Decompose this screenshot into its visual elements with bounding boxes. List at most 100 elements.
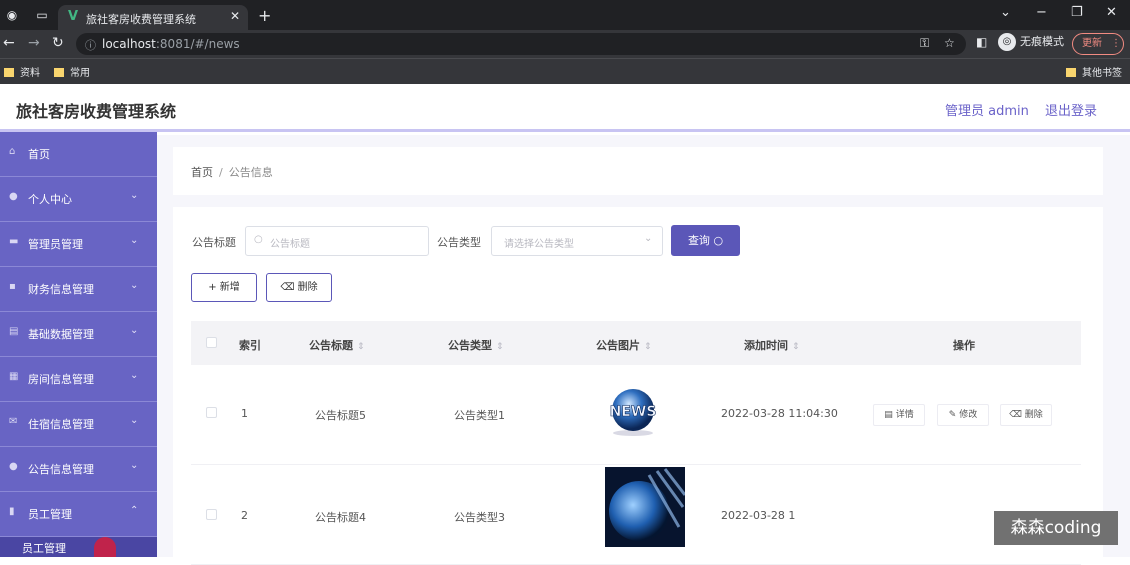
minimize-icon[interactable]: −: [1036, 5, 1047, 20]
breadcrumb-separator: /: [219, 166, 223, 179]
delete-button[interactable]: ⌫ 删除: [266, 273, 332, 302]
plus-icon: +: [208, 282, 217, 293]
title-search-input[interactable]: ○ 公告标题: [245, 226, 429, 256]
select-all-checkbox[interactable]: [206, 337, 217, 348]
active-tab[interactable]: V 旅社客房收费管理系统 ✕: [58, 5, 248, 30]
data-icon: ▤: [9, 326, 19, 337]
incognito-label: 无痕模式: [1020, 35, 1064, 48]
home-icon: ⌂: [9, 146, 16, 157]
row-checkbox[interactable]: [206, 407, 217, 418]
breadcrumb: 首页 / 公告信息: [191, 164, 273, 180]
query-button[interactable]: 查询 ○: [671, 225, 740, 256]
forward-icon[interactable]: →: [28, 35, 40, 51]
sidebar-item-notice[interactable]: ● 公告信息管理 ⌄: [0, 447, 157, 492]
window-close-icon[interactable]: ✕: [1106, 5, 1117, 20]
update-button[interactable]: 更新 ⋮: [1072, 33, 1124, 55]
sidebar-item-label: 员工管理: [28, 508, 72, 521]
row-delete-label: 删除: [1024, 410, 1043, 420]
sidebar-item-personal-center[interactable]: ● 个人中心 ⌄: [0, 177, 157, 222]
sidebar-item-label: 管理员管理: [28, 238, 83, 251]
chart-icon: ▮: [9, 506, 15, 517]
delete-label: 删除: [297, 282, 318, 293]
sort-icon[interactable]: ⇕: [644, 342, 652, 352]
browser-toolbar: ← → ↻ ⓘ localhost:8081/#/news ⚿ ☆ ◧ ◎ 无痕模…: [0, 30, 1130, 58]
back-icon[interactable]: ←: [3, 35, 15, 51]
incognito-indicator[interactable]: ◎ 无痕模式: [998, 33, 1064, 51]
sort-icon[interactable]: ⇕: [357, 342, 365, 352]
sidebar-item-basic-data[interactable]: ▤ 基础数据管理 ⌄: [0, 312, 157, 357]
key-icon[interactable]: ⚿: [920, 36, 929, 51]
tab-list-icon[interactable]: ⌄: [1000, 5, 1011, 20]
address-bar[interactable]: ⓘ localhost:8081/#/news ⚿ ☆: [76, 33, 966, 55]
header-image[interactable]: 公告图片 ⇕: [596, 337, 652, 353]
user-icon: ●: [9, 191, 18, 202]
other-bookmarks[interactable]: 其他书签: [1066, 64, 1122, 79]
site-info-icon[interactable]: ⓘ: [85, 37, 96, 53]
header-index-label: 索引: [239, 339, 261, 352]
new-tab-icon[interactable]: +: [258, 6, 271, 25]
sidebar-item-room[interactable]: ▦ 房间信息管理 ⌄: [0, 357, 157, 402]
update-label: 更新: [1082, 38, 1102, 49]
sidebar-subitem-label: 员工管理: [22, 542, 66, 555]
tab-search-icon[interactable]: ▭: [34, 7, 50, 23]
row-checkbox[interactable]: [206, 509, 217, 520]
header-image-label: 公告图片: [596, 339, 640, 352]
tab-title: 旅社客房收费管理系统: [86, 13, 196, 26]
type-select[interactable]: 请选择公告类型 ⌄: [491, 226, 663, 256]
admin-label: 管理员 admin: [945, 104, 1029, 119]
header-title[interactable]: 公告标题 ⇕: [309, 337, 365, 353]
sidebar-subitem-staff[interactable]: 员工管理: [0, 537, 157, 557]
mail-icon: ✉: [9, 416, 18, 427]
breadcrumb-card: 首页 / 公告信息: [173, 147, 1103, 195]
browser-menu-icon[interactable]: ◉: [4, 7, 20, 23]
logout-link[interactable]: 退出登录: [1045, 100, 1097, 119]
news-globe-image[interactable]: [605, 467, 685, 547]
header-time[interactable]: 添加时间 ⇕: [744, 337, 800, 353]
sidebar-item-finance[interactable]: ▪ 财务信息管理 ⌄: [0, 267, 157, 312]
news-globe-image[interactable]: NEWS: [605, 385, 661, 437]
edit-label: 修改: [959, 410, 978, 420]
bookmark-star-icon[interactable]: ☆: [944, 36, 955, 50]
detail-button[interactable]: ▤ 详情: [873, 404, 925, 426]
watermark: 森森coding: [994, 511, 1118, 545]
restore-icon[interactable]: ❐: [1071, 5, 1083, 20]
sidebar-item-admin-manage[interactable]: ▬ 管理员管理 ⌄: [0, 222, 157, 267]
reload-icon[interactable]: ↻: [52, 35, 64, 51]
chevron-down-icon: ⌄: [130, 415, 139, 426]
header-index: 索引: [239, 337, 261, 353]
url-text[interactable]: localhost:8081/#/news: [102, 37, 240, 51]
sidebar-item-home[interactable]: ⌂ 首页: [0, 132, 157, 177]
header-time-label: 添加时间: [744, 339, 788, 352]
side-panel-icon[interactable]: ◧: [976, 35, 987, 49]
document-icon: ▤: [884, 410, 893, 420]
sidebar-item-staff[interactable]: ▮ 员工管理 ⌃: [0, 492, 157, 537]
sidebar-item-label: 住宿信息管理: [28, 418, 94, 431]
add-button[interactable]: + 新增: [191, 273, 257, 302]
chevron-down-icon: ⌄: [130, 325, 139, 336]
row-delete-button[interactable]: ⌫ 删除: [1000, 404, 1052, 426]
sort-icon[interactable]: ⇕: [496, 342, 504, 352]
table-header: 索引 公告标题 ⇕ 公告类型 ⇕ 公告图片 ⇕ 添加时间 ⇕ 操作: [191, 321, 1081, 365]
header-actions: 操作: [953, 337, 975, 353]
row-title: 公告标题4: [315, 511, 366, 524]
breadcrumb-current: 公告信息: [228, 166, 273, 179]
chevron-down-icon: ⌄: [130, 280, 139, 291]
type-search-label: 公告类型: [437, 236, 481, 249]
tab-close-icon[interactable]: ✕: [230, 9, 240, 23]
bookmark-label: 常用: [70, 68, 90, 79]
row-time: 2022-03-28 1: [721, 509, 796, 522]
folder-icon: [54, 68, 64, 77]
sort-icon[interactable]: ⇕: [792, 342, 800, 352]
cursor-click-indicator: [94, 537, 116, 557]
breadcrumb-home[interactable]: 首页: [191, 166, 213, 179]
sidebar-item-lodging[interactable]: ✉ 住宿信息管理 ⌄: [0, 402, 157, 447]
header-type[interactable]: 公告类型 ⇕: [448, 337, 504, 353]
edit-button[interactable]: ✎ 修改: [937, 404, 989, 426]
bookmark-folder-2[interactable]: 常用: [54, 64, 90, 79]
sidebar-item-label: 财务信息管理: [28, 283, 94, 296]
row-time: 2022-03-28 11:04:30: [721, 407, 838, 420]
content-card: 公告标题 ○ 公告标题 公告类型 请选择公告类型 ⌄ 查询 ○ + 新增 ⌫ 删…: [173, 207, 1103, 565]
bookmark-folder-1[interactable]: 资料: [4, 64, 40, 79]
sidebar: ⌂ 首页 ● 个人中心 ⌄ ▬ 管理员管理 ⌄ ▪ 财务信息管理 ⌄ ▤ 基础数…: [0, 132, 157, 557]
search-icon: ○: [713, 234, 724, 247]
